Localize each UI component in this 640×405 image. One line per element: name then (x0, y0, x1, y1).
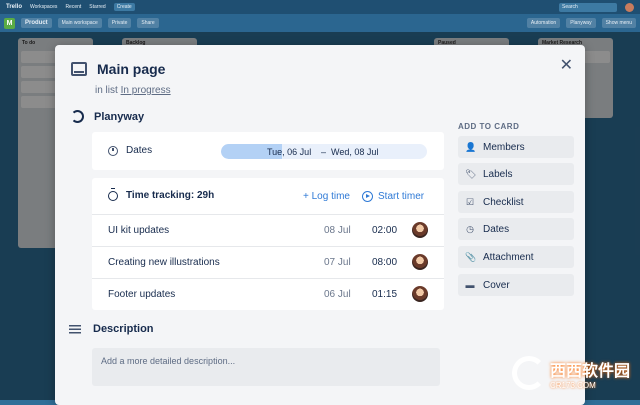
attachment-label: Attachment (483, 251, 534, 263)
start-date: Tue, 06 Jul (267, 147, 312, 157)
stopwatch-icon (108, 187, 118, 201)
checklist-label: Checklist (483, 196, 524, 208)
avatar (412, 254, 428, 270)
paperclip-icon: 📎 (465, 251, 477, 262)
create-button[interactable]: Create (113, 3, 135, 11)
trello-logo[interactable]: Trello (6, 4, 22, 10)
end-date: Wed, 08 Jul (331, 147, 379, 157)
share-button[interactable]: Share (137, 18, 159, 28)
search-input[interactable]: Search (559, 2, 617, 12)
card-list-info: in list In progress (95, 85, 171, 96)
menu-starred[interactable]: Starred (89, 4, 105, 10)
tag-icon: 🏷 (465, 168, 477, 179)
list-link[interactable]: In progress (121, 85, 171, 96)
attachment-button[interactable]: 📎 Attachment (458, 246, 574, 268)
clock-icon (108, 145, 118, 156)
close-icon[interactable]: ✕ (560, 55, 573, 75)
planyway-title: Planyway (94, 110, 145, 123)
start-timer-label: Start timer (378, 191, 425, 202)
date-separator: – (321, 147, 327, 157)
watermark-sub: CR173.COM (549, 380, 596, 390)
board-header: M Product Main workspace Private Share A… (0, 14, 640, 32)
list-prefix: in list (95, 85, 118, 96)
card-detail-modal: ✕ Main page in list In progress Planyway… (55, 45, 585, 405)
start-timer-button[interactable]: Start timer (362, 191, 424, 202)
clock-icon: ◷ (466, 223, 474, 234)
board-name[interactable]: Product (21, 18, 52, 28)
time-tracking-total: Time tracking: 29h (126, 190, 215, 201)
entry-name: Footer updates (108, 289, 176, 300)
log-time-button[interactable]: + Log time (303, 191, 350, 202)
time-entry-row[interactable]: UI kit updates 08 Jul 02:00 (92, 214, 444, 247)
user-avatar[interactable] (625, 2, 634, 12)
labels-label: Labels (483, 168, 513, 180)
labels-button[interactable]: 🏷 Labels (458, 163, 574, 185)
dates-label: Dates (126, 145, 153, 156)
time-tracking-panel: Time tracking: 29h + Log time Start time… (92, 178, 444, 310)
time-entry-row[interactable]: Footer updates 06 Jul 01:15 (92, 278, 444, 311)
avatar (412, 222, 428, 238)
top-navigation-bar: Trello Workspaces Recent Starred Create … (0, 0, 640, 14)
members-button[interactable]: 👤 Members (458, 136, 574, 158)
cover-icon: ▬ (465, 280, 475, 290)
cover-button[interactable]: ▬ Cover (458, 274, 574, 296)
entry-time: 08:00 (372, 257, 398, 268)
entry-date: 06 Jul (324, 289, 351, 300)
planyway-button[interactable]: Planyway (566, 18, 596, 28)
watermark-text: 西西软件园 (549, 362, 630, 380)
entry-name: Creating new illustrations (108, 257, 220, 268)
play-icon (362, 191, 373, 202)
card-title[interactable]: Main page (97, 61, 165, 77)
dates-button[interactable]: ◷ Dates (458, 218, 574, 240)
workspace-badge[interactable]: M (4, 17, 15, 29)
cover-label: Cover (483, 279, 510, 291)
time-entry-row[interactable]: Creating new illustrations 07 Jul 08:00 (92, 246, 444, 279)
visibility-chip[interactable]: Private (107, 18, 132, 28)
add-to-card-label: ADD TO CARD (458, 122, 520, 131)
description-icon (69, 324, 81, 334)
show-menu-button[interactable]: Show menu (601, 18, 636, 28)
description-input[interactable]: Add a more detailed description... (92, 348, 440, 386)
date-range-picker[interactable]: Tue, 06 Jul – Wed, 08 Jul (221, 144, 427, 159)
entry-name: UI kit updates (108, 225, 170, 236)
workspace-chip[interactable]: Main workspace (57, 18, 102, 28)
avatar (412, 286, 428, 302)
members-label: Members (483, 141, 525, 153)
entry-date: 07 Jul (324, 257, 351, 268)
watermark-c-icon (511, 356, 546, 390)
person-icon: 👤 (465, 141, 477, 152)
entry-time: 01:15 (372, 289, 398, 300)
automation-button[interactable]: Automation (526, 18, 561, 28)
menu-workspaces[interactable]: Workspaces (30, 4, 57, 10)
card-icon (71, 62, 87, 76)
entry-date: 08 Jul (324, 225, 351, 236)
dates-panel: Dates Tue, 06 Jul – Wed, 08 Jul (92, 132, 444, 170)
checklist-button[interactable]: ☑ Checklist (458, 191, 574, 213)
entry-time: 02:00 (372, 225, 398, 236)
dates-button-label: Dates (483, 223, 510, 235)
description-title: Description (93, 323, 154, 335)
menu-recent[interactable]: Recent (65, 4, 81, 10)
checkbox-icon: ☑ (465, 196, 475, 207)
watermark-logo: 西西软件园 CR173.COM (511, 356, 630, 390)
planyway-icon (71, 110, 84, 123)
